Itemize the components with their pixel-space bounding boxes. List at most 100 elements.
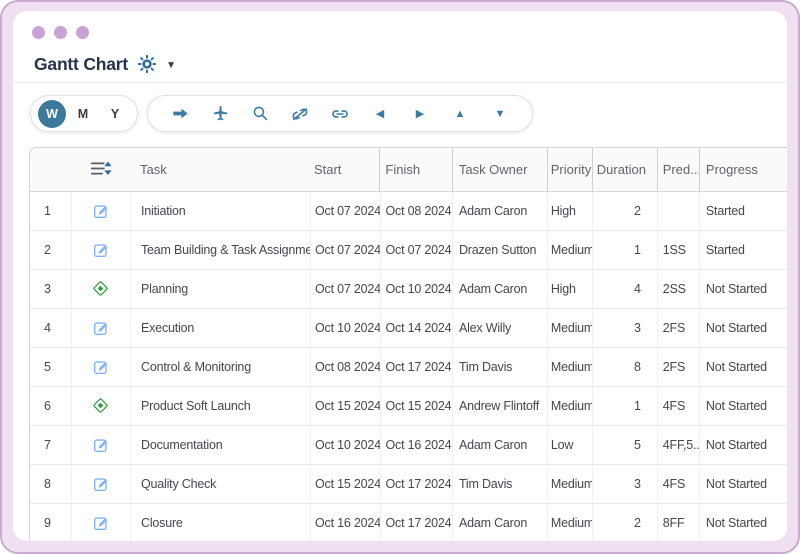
duration-cell: 1 (592, 231, 657, 269)
start-date-cell: Oct 07 2024 (310, 231, 379, 269)
duration-cell: 3 (592, 465, 657, 503)
row-number: 6 (30, 387, 71, 425)
finish-date-cell: Oct 08 2024 (380, 192, 452, 230)
row-indicator-cell (71, 426, 130, 464)
task-owner-cell: Adam Caron (452, 504, 547, 541)
priority-cell: High (547, 192, 592, 230)
column-header-finish[interactable]: Finish (379, 148, 451, 191)
finish-date-cell: Oct 07 2024 (380, 231, 452, 269)
view-switcher: W M Y (30, 95, 138, 132)
unlink-icon[interactable] (280, 96, 320, 131)
grid-header-row: Task Start Finish Task Owner Priority Du… (30, 148, 787, 192)
plane-icon[interactable] (200, 96, 240, 131)
search-icon[interactable] (240, 96, 280, 131)
progress-cell: Not Started (699, 387, 787, 425)
row-indicator-cell (71, 192, 130, 230)
row-number: 9 (30, 504, 71, 541)
header-divider (13, 82, 787, 83)
milestone-icon (92, 280, 110, 298)
row-number: 1 (30, 192, 71, 230)
gear-icon[interactable] (137, 54, 157, 74)
window-control-dot[interactable] (32, 26, 45, 39)
edit-task-icon (92, 202, 110, 220)
app-frame: Gantt Chart ▼ (0, 0, 800, 554)
task-name-cell: Team Building & Task Assignment (130, 231, 310, 269)
row-number: 4 (30, 309, 71, 347)
table-row[interactable]: 4 Execution Oct 10 2024 Oct 14 2024 Alex… (30, 309, 787, 348)
column-header-indicator[interactable] (71, 148, 130, 191)
task-owner-cell: Tim Davis (452, 348, 547, 386)
column-header-number[interactable] (30, 148, 71, 191)
table-row[interactable]: 5 Control & Monitoring Oct 08 2024 Oct 1… (30, 348, 787, 387)
view-week-button[interactable]: W (38, 100, 66, 128)
expand-collapse-icon[interactable] (89, 159, 113, 181)
row-indicator-cell (71, 504, 130, 541)
table-row[interactable]: 1 Initiation Oct 07 2024 Oct 08 2024 Ada… (30, 192, 787, 231)
window-controls (32, 26, 89, 39)
task-name-cell: Control & Monitoring (130, 348, 310, 386)
column-header-task[interactable]: Task (130, 148, 310, 191)
view-year-button[interactable]: Y (100, 100, 130, 128)
task-owner-cell: Andrew Flintoff (452, 387, 547, 425)
task-name-cell: Product Soft Launch (130, 387, 310, 425)
row-indicator-cell (71, 231, 130, 269)
finish-date-cell: Oct 17 2024 (380, 504, 452, 541)
forward-arrow-icon[interactable] (160, 96, 200, 131)
table-row[interactable]: 8 Quality Check Oct 15 2024 Oct 17 2024 … (30, 465, 787, 504)
row-number: 3 (30, 270, 71, 308)
start-date-cell: Oct 07 2024 (310, 270, 379, 308)
task-name-cell: Planning (130, 270, 310, 308)
progress-cell: Not Started (699, 309, 787, 347)
predecessor-cell (657, 192, 699, 230)
column-header-start[interactable]: Start (310, 148, 379, 191)
table-row[interactable]: 9 Closure Oct 16 2024 Oct 17 2024 Adam C… (30, 504, 787, 541)
start-date-cell: Oct 08 2024 (310, 348, 379, 386)
title-row: Gantt Chart ▼ (34, 52, 176, 76)
chevron-down-icon[interactable]: ▼ (166, 58, 176, 71)
window-control-dot[interactable] (54, 26, 67, 39)
finish-date-cell: Oct 15 2024 (380, 387, 452, 425)
window-control-dot[interactable] (76, 26, 89, 39)
action-toolbar: ◀ ▶ ▲ ▼ (147, 95, 533, 132)
predecessor-cell: 4FS (657, 465, 699, 503)
column-header-progress[interactable]: Progress (699, 148, 787, 191)
view-month-button[interactable]: M (68, 100, 98, 128)
priority-cell: Medium (547, 231, 592, 269)
column-header-priority[interactable]: Priority (547, 148, 592, 191)
task-owner-cell: Adam Caron (452, 270, 547, 308)
priority-cell: High (547, 270, 592, 308)
start-date-cell: Oct 16 2024 (310, 504, 379, 541)
row-indicator-cell (71, 465, 130, 503)
priority-cell: Medium (547, 504, 592, 541)
toolbar-row: W M Y (30, 95, 533, 132)
column-header-duration[interactable]: Duration (592, 148, 657, 191)
table-row[interactable]: 3 Planning Oct 07 2024 Oct 10 2024 Adam … (30, 270, 787, 309)
column-header-owner[interactable]: Task Owner (452, 148, 547, 191)
predecessor-cell: 2SS (657, 270, 699, 308)
link-icon[interactable] (320, 96, 360, 131)
row-indicator-cell (71, 270, 130, 308)
table-row[interactable]: 6 Product Soft Launch Oct 15 2024 Oct 15… (30, 387, 787, 426)
collapse-up-icon[interactable]: ▲ (440, 96, 480, 131)
finish-date-cell: Oct 10 2024 (380, 270, 452, 308)
next-icon[interactable]: ▶ (400, 96, 440, 131)
column-header-predecessor[interactable]: Pred... (657, 148, 699, 191)
duration-cell: 1 (592, 387, 657, 425)
grid-body: 1 Initiation Oct 07 2024 Oct 08 2024 Ada… (30, 192, 787, 541)
row-number: 5 (30, 348, 71, 386)
page-title: Gantt Chart (34, 54, 128, 75)
edit-task-icon (92, 358, 110, 376)
table-row[interactable]: 7 Documentation Oct 10 2024 Oct 16 2024 … (30, 426, 787, 465)
start-date-cell: Oct 10 2024 (310, 309, 379, 347)
task-name-cell: Initiation (130, 192, 310, 230)
predecessor-cell: 4FS (657, 387, 699, 425)
start-date-cell: Oct 10 2024 (310, 426, 379, 464)
milestone-icon (92, 397, 110, 415)
previous-icon[interactable]: ◀ (360, 96, 400, 131)
task-name-cell: Documentation (130, 426, 310, 464)
predecessor-cell: 8FF (657, 504, 699, 541)
expand-down-icon[interactable]: ▼ (480, 96, 520, 131)
priority-cell: Low (547, 426, 592, 464)
table-row[interactable]: 2 Team Building & Task Assignment Oct 07… (30, 231, 787, 270)
predecessor-cell: 2FS (657, 309, 699, 347)
